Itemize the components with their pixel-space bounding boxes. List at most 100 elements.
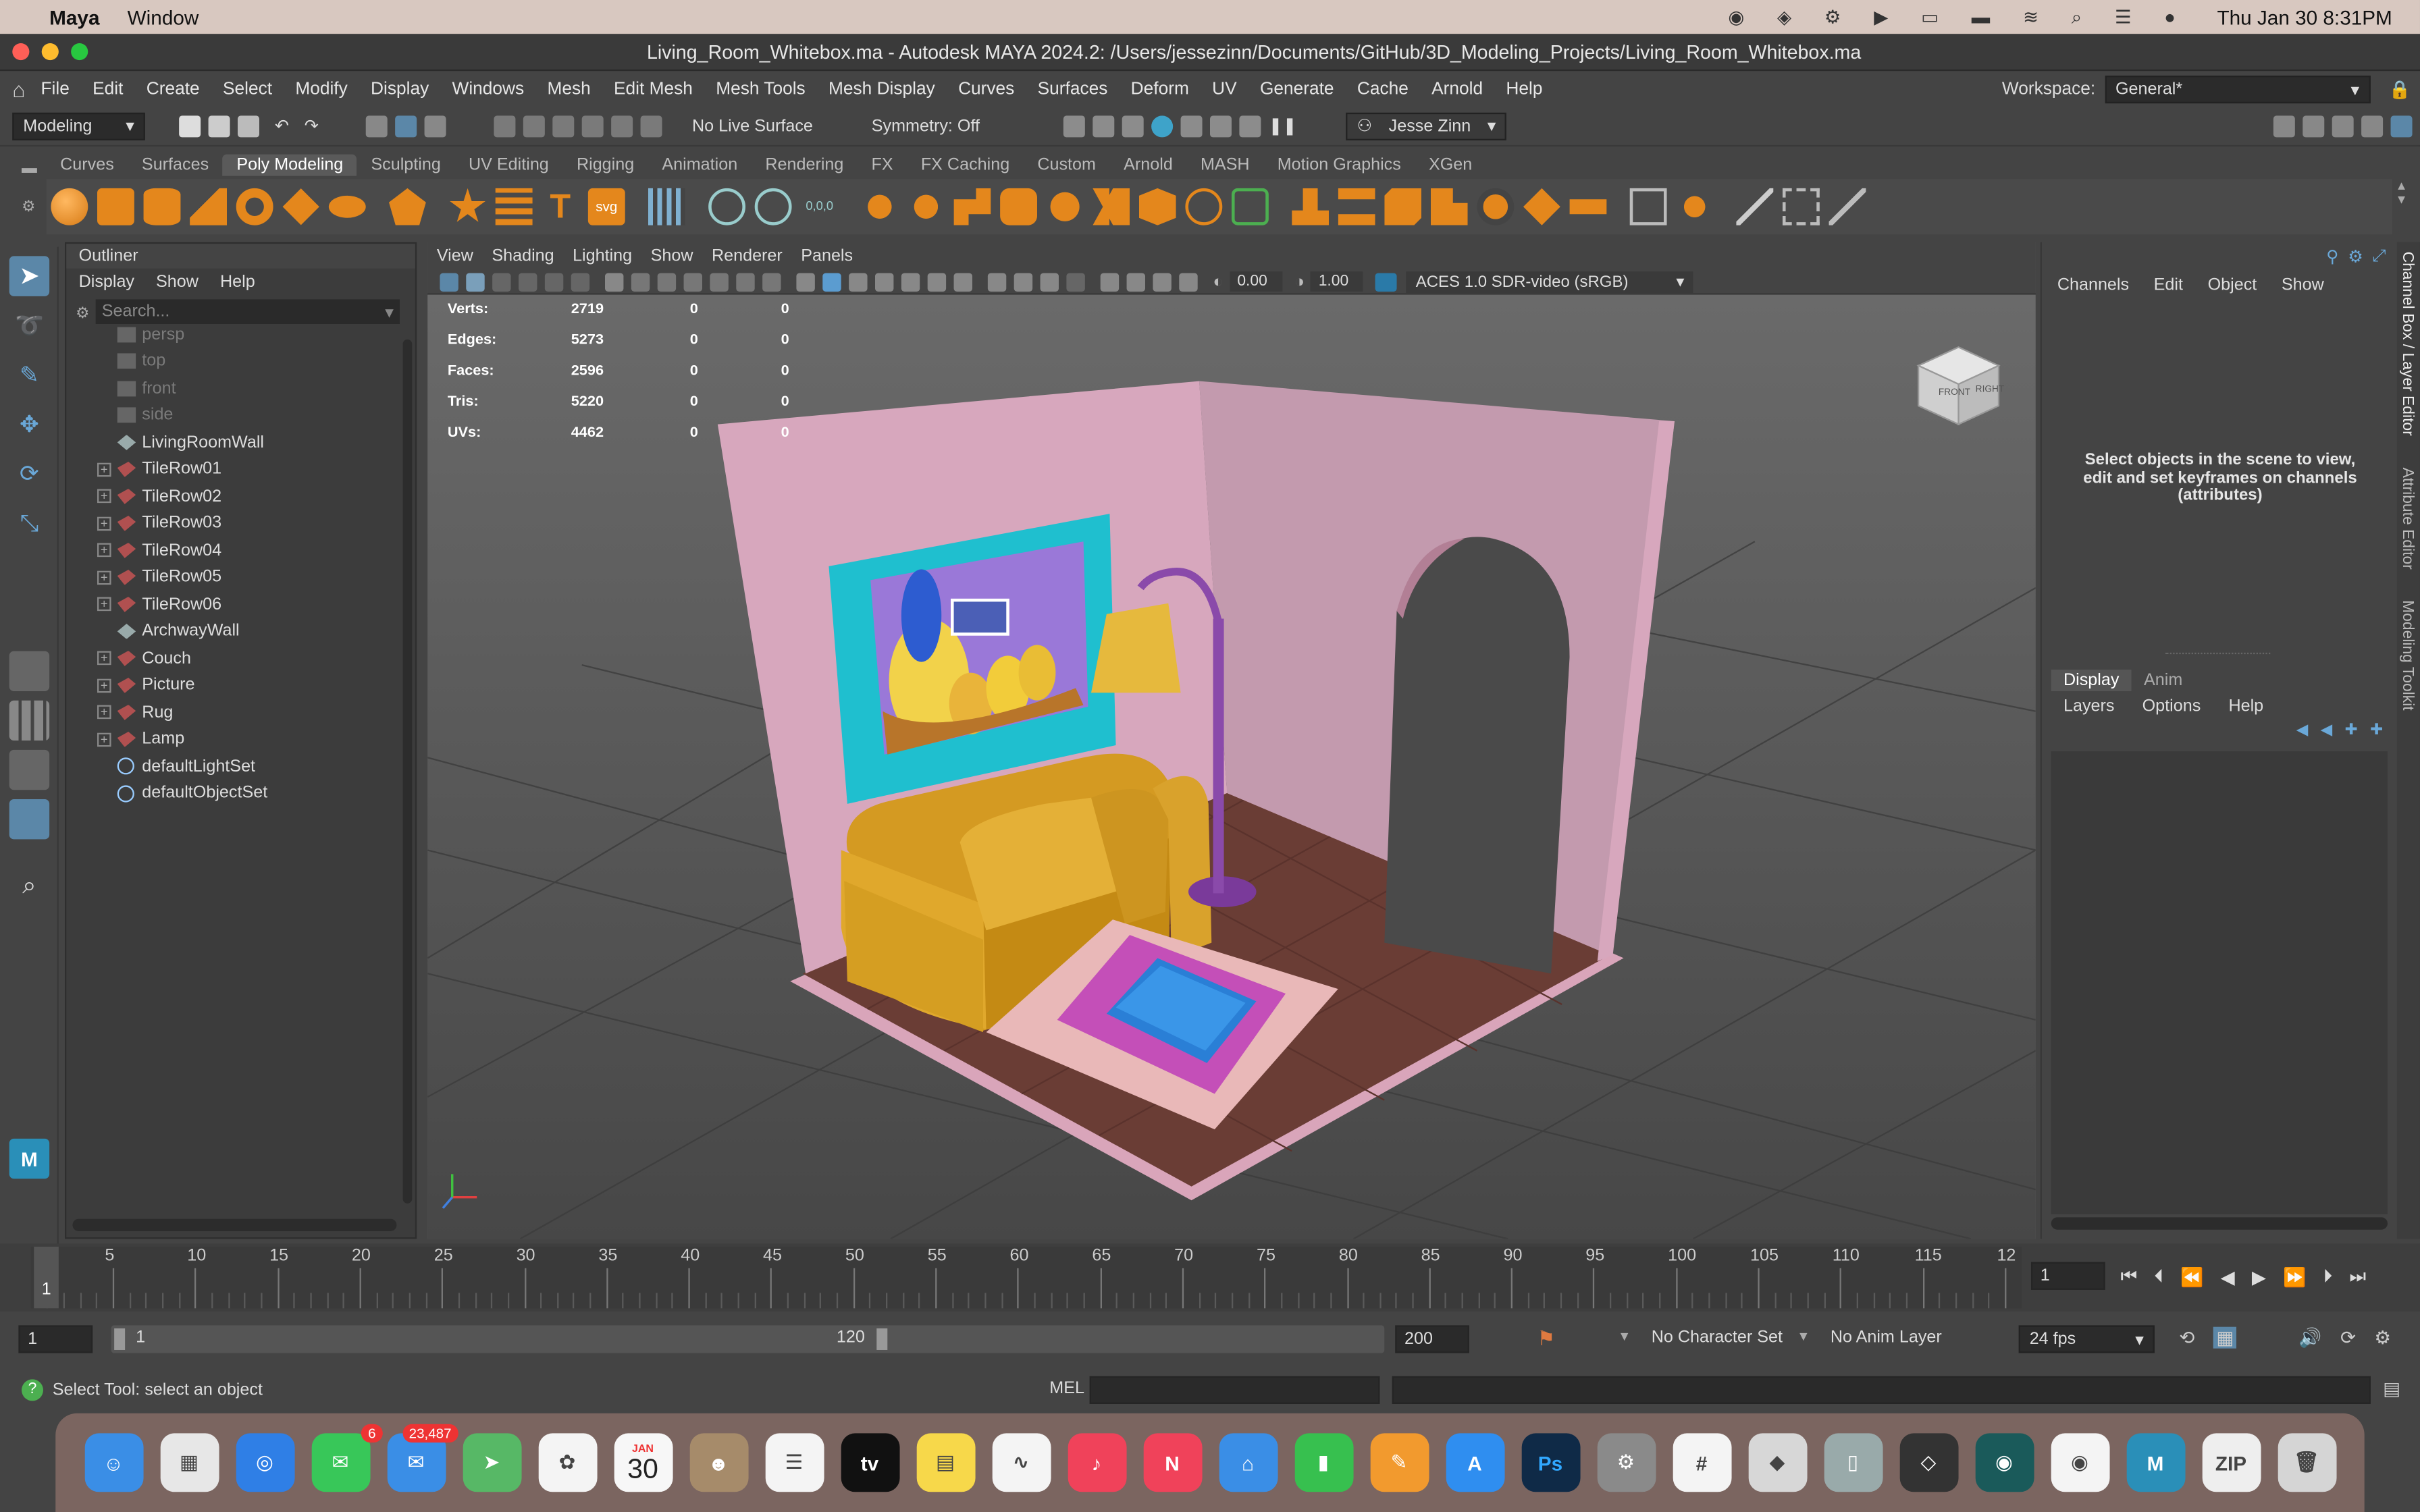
viewport-menu-show[interactable]: Show [651,247,693,265]
range-slider[interactable]: 1 120 [111,1325,1385,1353]
layout-four-icon[interactable] [9,700,50,741]
dock-notes-icon[interactable]: ▤ [916,1433,975,1492]
camera-ruler-icon[interactable] [1100,272,1120,291]
bookmark-icon[interactable] [492,272,511,291]
side-tab-modeling-toolkit[interactable]: Modeling Toolkit [2398,599,2415,709]
go-to-end-icon[interactable]: ⏭ [2349,1265,2366,1288]
animation-end-field[interactable]: 200 [1395,1325,1469,1353]
gamma-field[interactable]: 1.00 [1311,271,1363,292]
separate-icon[interactable] [907,188,945,225]
film-gate-icon[interactable] [631,272,650,291]
outliner-item[interactable]: + TileRow05 [66,564,415,591]
shelf-tab-rendering[interactable]: Rendering [752,153,858,175]
time-ruler[interactable]: 5 10 15 20 25 30 35 40 45 50 55 60 65 70 75 80 85 90 95 100… [30,1246,2022,1309]
modeling-toolkit-toggle-icon[interactable] [2273,115,2295,137]
outliner-item[interactable]: LivingRoomWall [66,429,415,456]
light-editor-icon[interactable] [1238,115,1261,137]
character-set-dropdown[interactable]: ▾ [1621,1328,1629,1345]
poly-cube-icon[interactable] [97,188,134,225]
field-chart-icon[interactable] [710,272,729,291]
redo-icon[interactable]: ↷ [305,115,319,136]
combine-icon[interactable] [861,188,899,225]
expand-icon[interactable]: + [97,570,111,585]
shelf-tab-sculpting[interactable]: Sculpting [357,153,455,175]
shelf-tab-curves[interactable]: Curves [47,153,128,175]
bevel-icon[interactable] [1384,188,1422,225]
dock-messages-icon[interactable]: ✉ 6 [311,1424,382,1492]
dock-slack-icon[interactable]: # [1672,1433,1731,1492]
loop-icon[interactable]: ⟲ [2179,1327,2194,1349]
new-layer-icon[interactable]: ✚ [2344,722,2357,739]
scale-tool-icon[interactable]: ⤡ [9,503,49,543]
channel-box-settings-icon[interactable]: ⚙ [2348,246,2363,266]
svg-tool-icon[interactable]: svg [587,188,625,225]
expand-icon[interactable]: + [97,597,111,612]
outliner-filter-icon[interactable]: ⚙ [76,304,89,321]
expand-icon[interactable]: + [97,705,111,720]
dock-maps-icon[interactable]: ➤ [462,1433,521,1492]
booleans-icon[interactable] [953,188,991,225]
menu-curves[interactable]: Curves [958,80,1014,99]
exposure-field[interactable]: 0.00 [1229,271,1282,292]
shelf-tab-fx[interactable]: FX [858,153,907,175]
textured-icon[interactable] [874,272,894,291]
shelf-settings-icon[interactable]: ⚙ [22,199,43,216]
menu-help[interactable]: Help [1506,80,1542,99]
dock-safari-icon[interactable]: ◎ [235,1433,294,1492]
extract-icon[interactable] [1138,188,1176,225]
shelf-tab-animation[interactable]: Animation [648,153,752,175]
outliner-item[interactable]: + Couch [66,645,415,672]
outliner-item[interactable]: + Picture [66,672,415,699]
lock-icon[interactable]: 🔒 [2389,79,2411,100]
live-surface-field[interactable]: No Live Surface [692,117,813,135]
channel-menu-object[interactable]: Object [2208,276,2257,294]
close-window-button[interactable] [12,43,30,61]
outliner-hscroll[interactable] [72,1218,397,1231]
platonic-solid-icon[interactable] [388,188,426,225]
dock-photos-icon[interactable]: ✿ [537,1433,597,1492]
snap-surface-icon[interactable] [612,115,634,137]
dock-calendar-icon[interactable]: JAN 30 [613,1433,673,1492]
quick-search-icon[interactable]: ⌕ [9,867,49,907]
menu-mesh-display[interactable]: Mesh Display [828,80,935,99]
channel-menu-show[interactable]: Show [2282,276,2324,294]
ambient-occlusion-icon[interactable] [953,272,972,291]
side-tab-channel-box-layer-editor[interactable]: Channel Box / Layer Editor [2398,252,2415,436]
append-polygon-icon[interactable] [1430,188,1468,225]
menuset-dropdown[interactable]: Modeling ▾ [12,111,145,140]
center-pivot-icon[interactable]: 0,0,0 [801,188,838,225]
sculpt-brush-icon[interactable] [1736,188,1774,225]
layer-menu-help[interactable]: Help [2228,697,2263,715]
dock-finder-icon[interactable]: ☺ [84,1433,143,1492]
outliner-menu-show[interactable]: Show [156,273,199,292]
frame-all-icon[interactable] [1153,272,1172,291]
wedge-icon[interactable] [1629,188,1667,225]
new-scene-icon[interactable] [179,115,201,137]
sound-icon[interactable]: 🔊 [2298,1327,2321,1349]
time-slider[interactable]: 5 10 15 20 25 30 35 40 45 50 55 60 65 70 75 80 85 90 95 100… [0,1243,2420,1312]
layout-outliner-icon[interactable] [9,799,50,840]
app-menu-maya[interactable]: Maya [49,5,99,28]
poly-disc-icon[interactable] [328,195,366,218]
viewport-menu-renderer[interactable]: Renderer [712,247,783,265]
menu-create[interactable]: Create [147,80,200,99]
grease-pencil-icon[interactable] [571,272,590,291]
user-account-dropdown[interactable]: ⚇ Jesse Zinn ▾ [1346,111,1507,140]
poly-plane-icon[interactable] [282,188,319,225]
outliner-item[interactable]: + TileRow04 [66,537,415,564]
dock-music-icon[interactable]: ♪ [1067,1433,1126,1492]
channel-box-toggle-icon[interactable] [2361,115,2384,137]
select-tool-icon[interactable]: ➤ [9,256,50,296]
dock-maya-icon[interactable]: M [2126,1433,2185,1492]
time-settings-icon[interactable]: ⚙ [2374,1327,2391,1349]
grid-toggle-icon[interactable] [604,272,624,291]
backface-culling-icon[interactable] [1066,272,1085,291]
menu-edit-mesh[interactable]: Edit Mesh [614,80,693,99]
view-cube-icon[interactable]: FRONT RIGHT [1912,338,2005,428]
shelf-tab-surfaces[interactable]: Surfaces [128,153,222,175]
expand-icon[interactable]: + [97,651,111,666]
outliner-menu-help[interactable]: Help [220,273,255,292]
minimize-window-button[interactable] [41,43,59,61]
ipr-render-icon[interactable] [1092,115,1114,137]
outliner-item[interactable]: ArchwayWall [66,618,415,645]
